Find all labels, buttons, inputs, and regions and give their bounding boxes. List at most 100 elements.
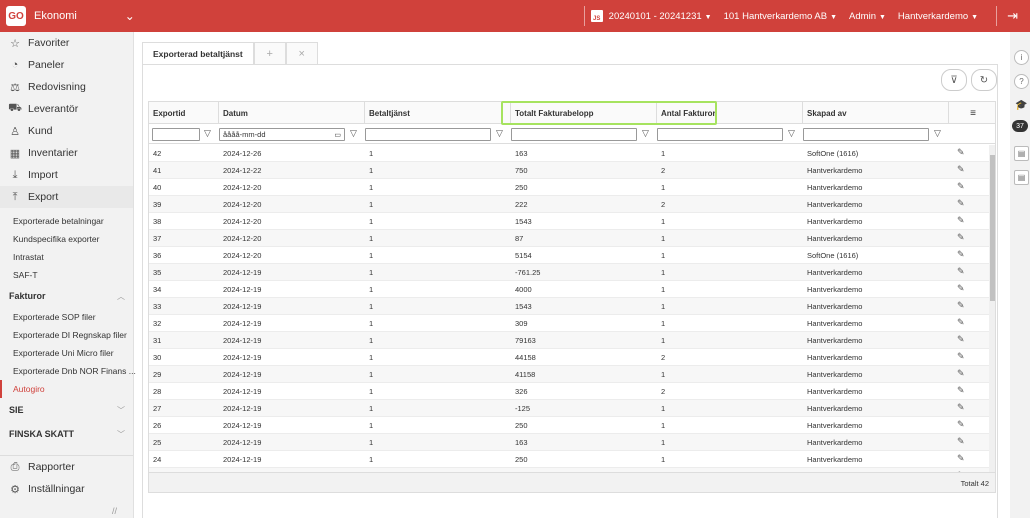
filter-input-betaltjanst[interactable] bbox=[365, 128, 491, 141]
sidebar-subitem-intrastat[interactable]: Intrastat bbox=[0, 248, 133, 266]
table-row[interactable]: 32 2024-12-19 1 309 1 Hantverkardemo ✎ bbox=[149, 315, 995, 332]
go-logo[interactable]: GO bbox=[6, 6, 26, 26]
sidebar-item-inventarier[interactable]: ▦ Inventarier bbox=[0, 142, 133, 164]
table-row[interactable]: 35 2024-12-19 1 -761.25 1 Hantverkardemo ✎ bbox=[149, 264, 995, 281]
edit-pencil-icon[interactable]: ✎ bbox=[957, 147, 965, 158]
edit-pencil-icon[interactable]: ✎ bbox=[957, 181, 965, 192]
filter-input-skapad-av[interactable] bbox=[803, 128, 929, 141]
table-row[interactable]: 39 2024-12-20 1 222 2 Hantverkardemo ✎ bbox=[149, 196, 995, 213]
logout-icon[interactable]: ⇥ bbox=[1007, 8, 1018, 24]
sidebar-subitem-autogiro[interactable]: Autogiro bbox=[0, 380, 133, 398]
reload-button[interactable]: ↻ bbox=[971, 69, 997, 91]
filter-icon[interactable]: ▽ bbox=[204, 128, 211, 139]
table-row[interactable]: 36 2024-12-20 1 5154 1 SoftOne (1616) ✎ bbox=[149, 247, 995, 264]
sidebar-subitem-dnb-nor[interactable]: Exporterade Dnb NOR Finans ... bbox=[0, 362, 136, 380]
sidebar-subitem-di-regnskap[interactable]: Exporterade DI Regnskap filer bbox=[0, 326, 133, 344]
table-row[interactable]: 31 2024-12-19 1 79163 1 Hantverkardemo ✎ bbox=[149, 332, 995, 349]
edit-pencil-icon[interactable]: ✎ bbox=[957, 249, 965, 260]
sidebar-item-installningar[interactable]: ⚙ Inställningar bbox=[0, 478, 133, 500]
edit-pencil-icon[interactable]: ✎ bbox=[957, 368, 965, 379]
edit-pencil-icon[interactable]: ✎ bbox=[957, 334, 965, 345]
table-row[interactable]: 25 2024-12-19 1 163 1 Hantverkardemo ✎ bbox=[149, 434, 995, 451]
edit-pencil-icon[interactable]: ✎ bbox=[957, 351, 965, 362]
table-row[interactable]: 40 2024-12-20 1 250 1 Hantverkardemo ✎ bbox=[149, 179, 995, 196]
table-row[interactable]: 33 2024-12-19 1 1543 1 Hantverkardemo ✎ bbox=[149, 298, 995, 315]
edit-pencil-icon[interactable]: ✎ bbox=[957, 317, 965, 328]
table-row[interactable]: 27 2024-12-19 1 -125 1 Hantverkardemo ✎ bbox=[149, 400, 995, 417]
edit-pencil-icon[interactable]: ✎ bbox=[957, 266, 965, 277]
filter-date-datum[interactable]: åååå-mm-dd ▭ bbox=[219, 128, 345, 141]
edit-pencil-icon[interactable]: ✎ bbox=[957, 385, 965, 396]
filter-input-antal-fakturor[interactable] bbox=[657, 128, 783, 141]
tab-exporterad-betaltjanst[interactable]: Exporterad betaltjänst bbox=[142, 42, 254, 64]
sidebar-group-finska-skatt[interactable]: FINSKA SKATT ﹀ bbox=[0, 422, 133, 446]
column-menu-icon[interactable]: ≡ bbox=[949, 102, 995, 124]
column-header-datum[interactable]: Datum bbox=[219, 102, 365, 124]
filter-icon[interactable]: ▽ bbox=[496, 128, 503, 139]
sidebar-group-sie[interactable]: SIE ﹀ bbox=[0, 398, 133, 422]
sidebar-item-paneler[interactable]: ◔ Paneler bbox=[0, 54, 133, 76]
edit-pencil-icon[interactable]: ✎ bbox=[957, 198, 965, 209]
sidebar-subitem-exporterade-betalningar[interactable]: Exporterade betalningar bbox=[0, 212, 133, 230]
edit-pencil-icon[interactable]: ✎ bbox=[957, 402, 965, 413]
edit-pencil-icon[interactable]: ✎ bbox=[957, 283, 965, 294]
collapse-sidebar-icon[interactable]: // bbox=[112, 506, 117, 516]
sidebar-subitem-saf-t[interactable]: SAF-T bbox=[0, 266, 133, 284]
table-row[interactable]: 30 2024-12-19 1 44158 2 Hantverkardemo ✎ bbox=[149, 349, 995, 366]
filter-input-exportid[interactable] bbox=[152, 128, 200, 141]
edit-pencil-icon[interactable]: ✎ bbox=[957, 419, 965, 430]
scrollbar-thumb[interactable] bbox=[990, 155, 995, 301]
add-tab-icon[interactable]: + bbox=[253, 42, 286, 64]
sidebar-group-fakturor[interactable]: Fakturor ︿ bbox=[0, 284, 133, 308]
edit-pencil-icon[interactable]: ✎ bbox=[957, 436, 965, 447]
filter-icon[interactable]: ▽ bbox=[934, 128, 941, 139]
sidebar-item-rapporter[interactable]: ⎙ Rapporter bbox=[0, 456, 133, 478]
company-selector[interactable]: 101 Hantverkardemo AB ▼ bbox=[724, 11, 837, 22]
clear-filter-button[interactable]: ⊽ bbox=[941, 69, 967, 91]
sidebar-subitem-kundspecifika-exporter[interactable]: Kundspecifika exporter bbox=[0, 230, 133, 248]
sidebar-item-import[interactable]: ⤓ Import bbox=[0, 164, 133, 186]
table-row[interactable]: 34 2024-12-19 1 4000 1 Hantverkardemo ✎ bbox=[149, 281, 995, 298]
info-icon[interactable]: i bbox=[1014, 50, 1029, 65]
chevron-down-icon[interactable]: ⌄ bbox=[125, 9, 135, 23]
close-tab-icon[interactable]: × bbox=[285, 42, 318, 64]
filter-icon[interactable]: ▽ bbox=[350, 128, 357, 139]
edit-pencil-icon[interactable]: ✎ bbox=[957, 164, 965, 175]
table-row[interactable]: 28 2024-12-19 1 326 2 Hantverkardemo ✎ bbox=[149, 383, 995, 400]
sidebar-item-leverantor[interactable]: ⛟ Leverantör bbox=[0, 98, 133, 120]
period-selector[interactable]: 20240101 - 20241231 ▼ bbox=[609, 11, 712, 22]
filter-icon[interactable]: ▽ bbox=[642, 128, 649, 139]
edit-pencil-icon[interactable]: ✎ bbox=[957, 232, 965, 243]
edit-pencil-icon[interactable]: ✎ bbox=[957, 215, 965, 226]
app-title[interactable]: Ekonomi bbox=[34, 10, 77, 22]
sidebar-subitem-uni-micro[interactable]: Exporterade Uni Micro filer bbox=[0, 344, 133, 362]
help-icon[interactable]: ? bbox=[1014, 74, 1029, 89]
sidebar-item-favoriter[interactable]: ☆ Favoriter bbox=[0, 32, 133, 54]
role-selector[interactable]: Admin ▼ bbox=[849, 11, 886, 22]
document-icon[interactable]: ▤ bbox=[1014, 170, 1029, 185]
column-header-betaltjanst[interactable]: Betaltjänst bbox=[365, 102, 511, 124]
graduation-cap-icon[interactable]: 🎓 bbox=[1014, 98, 1029, 113]
js-file-icon[interactable]: JS bbox=[590, 10, 603, 22]
column-header-exportid[interactable]: Exportid bbox=[149, 102, 219, 124]
table-row[interactable]: 26 2024-12-19 1 250 1 Hantverkardemo ✎ bbox=[149, 417, 995, 434]
user-menu[interactable]: Hantverkardemo ▼ bbox=[898, 11, 978, 22]
document-icon[interactable]: ▤ bbox=[1014, 146, 1029, 161]
filter-input-totalt-fakturabelopp[interactable] bbox=[511, 128, 637, 141]
calendar-icon[interactable]: ▭ bbox=[334, 131, 341, 139]
filter-icon[interactable]: ▽ bbox=[788, 128, 795, 139]
table-row[interactable]: 41 2024-12-22 1 750 2 Hantverkardemo ✎ bbox=[149, 162, 995, 179]
table-row[interactable]: 38 2024-12-20 1 1543 1 Hantverkardemo ✎ bbox=[149, 213, 995, 230]
table-row[interactable]: 42 2024-12-26 1 163 1 SoftOne (1616) ✎ bbox=[149, 145, 995, 162]
sidebar-item-redovisning[interactable]: ⚖ Redovisning bbox=[0, 76, 133, 98]
sidebar-item-export[interactable]: ⤒ Export bbox=[0, 186, 133, 208]
edit-pencil-icon[interactable]: ✎ bbox=[957, 300, 965, 311]
sidebar-subitem-sop[interactable]: Exporterade SOP filer bbox=[0, 308, 133, 326]
vertical-scrollbar[interactable] bbox=[989, 145, 995, 472]
column-header-skapad-av[interactable]: Skapad av bbox=[803, 102, 949, 124]
notification-badge[interactable]: 37 bbox=[1012, 120, 1028, 132]
sidebar-item-kund[interactable]: ♙ Kund bbox=[0, 120, 133, 142]
table-row[interactable]: 24 2024-12-19 1 250 1 Hantverkardemo ✎ bbox=[149, 451, 995, 468]
table-row[interactable]: 37 2024-12-20 1 87 1 Hantverkardemo ✎ bbox=[149, 230, 995, 247]
table-row[interactable]: 29 2024-12-19 1 41158 1 Hantverkardemo ✎ bbox=[149, 366, 995, 383]
